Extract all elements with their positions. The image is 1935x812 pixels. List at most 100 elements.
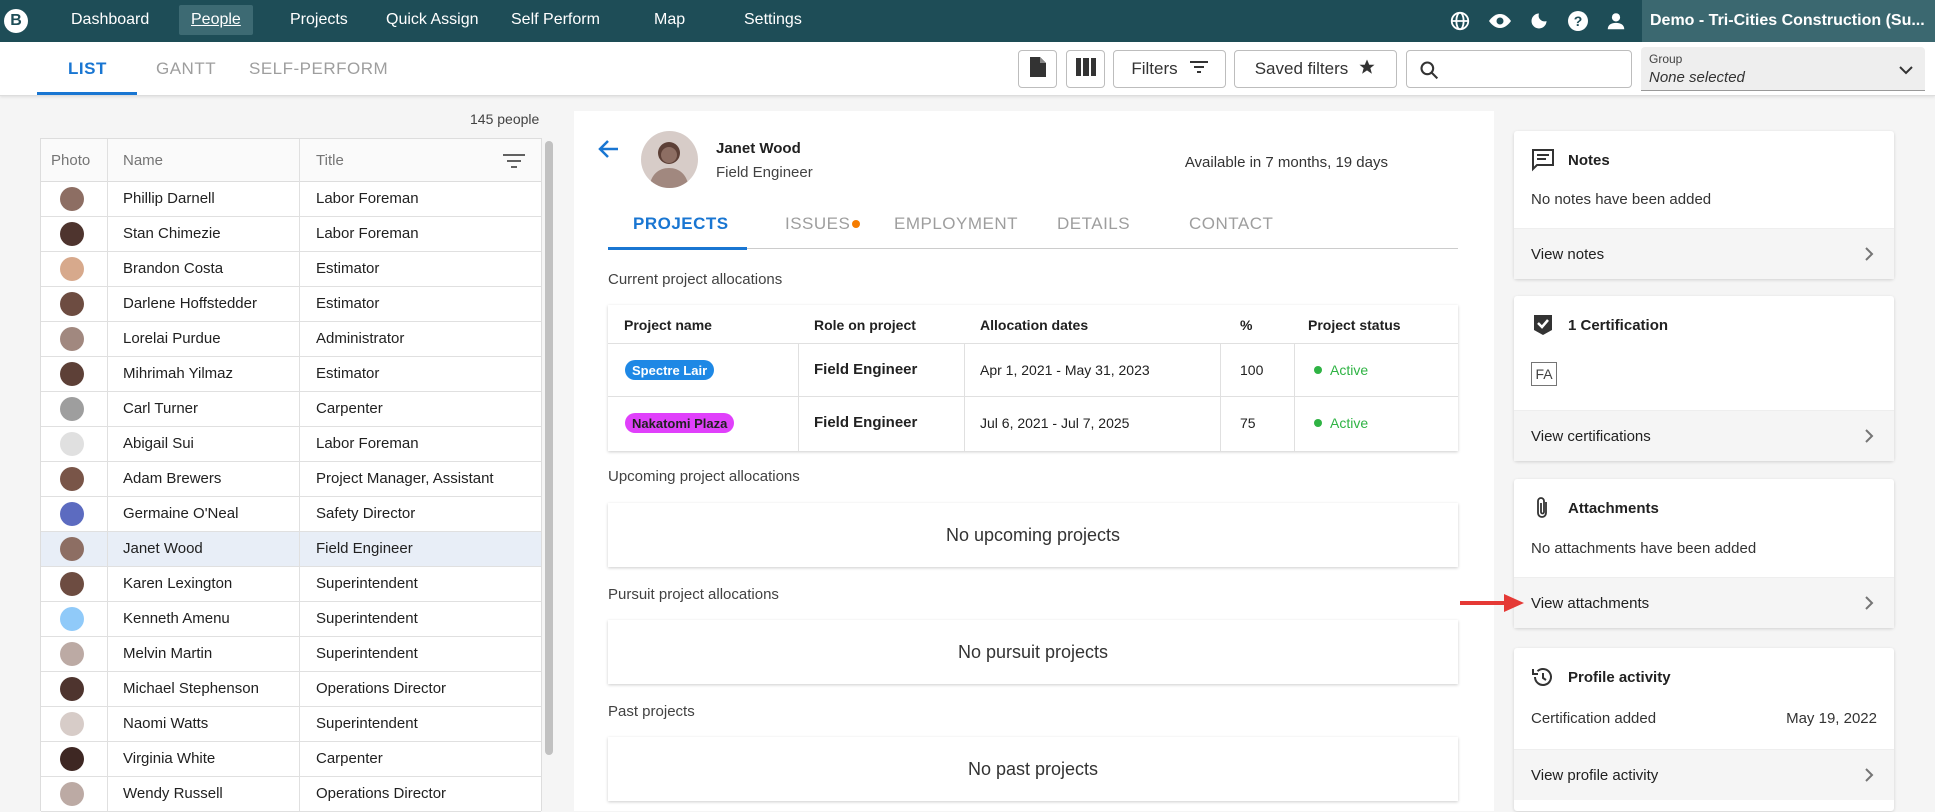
table-row[interactable]: Janet Wood Field Engineer [41, 532, 541, 567]
tab-details[interactable]: DETAILS [1057, 214, 1130, 234]
globe-icon[interactable] [1448, 9, 1472, 33]
saved-filters-button[interactable]: Saved filters [1234, 50, 1397, 88]
project-chip-spectre-lair[interactable]: Spectre Lair [625, 360, 715, 380]
view-certifications-link[interactable]: View certifications [1514, 410, 1894, 461]
person-name: Carl Turner [123, 400, 199, 417]
table-row[interactable]: Naomi Watts Superintendent [41, 707, 541, 742]
tab-employment[interactable]: EMPLOYMENT [894, 214, 1018, 234]
certifications-title: 1 Certification [1568, 317, 1669, 334]
search-input[interactable] [1406, 50, 1632, 88]
view-profile-activity-link[interactable]: View profile activity [1514, 749, 1894, 800]
table-row[interactable]: Virginia White Carpenter [41, 742, 541, 777]
person-title: Carpenter [316, 400, 383, 417]
row-divider [608, 396, 1458, 397]
person-name: Adam Brewers [123, 470, 222, 487]
nav-self-perform[interactable]: Self Perform [511, 11, 600, 29]
group-label: Group [1649, 52, 1683, 66]
view-notes-link[interactable]: View notes [1514, 228, 1894, 279]
back-arrow-icon[interactable] [598, 139, 620, 164]
tab-list[interactable]: LIST [68, 59, 107, 79]
status-text: Active [1330, 362, 1369, 378]
certification-badge[interactable]: FA [1531, 362, 1557, 386]
column-divider [299, 139, 300, 812]
nav-settings[interactable]: Settings [744, 11, 802, 29]
table-row[interactable]: Abigail Sui Labor Foreman [41, 427, 541, 462]
table-row[interactable]: Mihrimah Yilmaz Estimator [41, 357, 541, 392]
table-row[interactable]: Darlene Hoffstedder Estimator [41, 287, 541, 322]
nav-dashboard[interactable]: Dashboard [71, 11, 149, 29]
tab-projects[interactable]: PROJECTS [633, 214, 729, 234]
person-name: Abigail Sui [123, 435, 194, 452]
org-selector[interactable]: Demo - Tri-Cities Construction (Su... [1642, 0, 1935, 42]
allocations-table: Project name Role on project Allocation … [608, 305, 1458, 451]
group-select[interactable]: Group None selected [1641, 47, 1925, 91]
person-title: Labor Foreman [316, 225, 419, 242]
help-icon[interactable]: ? [1566, 9, 1590, 33]
view-toolbar: LIST GANTT SELF-PERFORM Filters Saved fi… [0, 42, 1935, 96]
avatar [60, 327, 84, 351]
person-name: Darlene Hoffstedder [123, 295, 257, 312]
avatar [60, 257, 84, 281]
nav-people[interactable]: People [179, 5, 253, 35]
app-logo[interactable]: B [4, 9, 28, 33]
table-row[interactable]: Lorelai Purdue Administrator [41, 322, 541, 357]
shield-check-icon [1531, 313, 1555, 337]
table-row[interactable]: Melvin Martin Superintendent [41, 637, 541, 672]
nav-quick-assign[interactable]: Quick Assign [386, 11, 478, 29]
table-row[interactable]: Kenneth Amenu Superintendent [41, 602, 541, 637]
tab-issues[interactable]: ISSUES [785, 214, 850, 234]
table-row[interactable]: Wendy Russell Operations Director [41, 777, 541, 812]
columns-icon [1075, 57, 1096, 81]
certifications-card: 1 Certification FA View certifications [1514, 296, 1894, 461]
table-row[interactable]: Carl Turner Carpenter [41, 392, 541, 427]
tab-contact[interactable]: CONTACT [1189, 214, 1273, 234]
person-title: Estimator [316, 365, 380, 382]
filter-icon[interactable] [503, 153, 525, 173]
table-row[interactable]: Brandon Costa Estimator [41, 252, 541, 287]
avatar [60, 537, 84, 561]
columns-button[interactable] [1066, 50, 1105, 88]
person-name: Michael Stephenson [123, 680, 259, 697]
column-title[interactable]: Title [316, 152, 344, 169]
person-title: Carpenter [316, 750, 383, 767]
avatar [60, 222, 84, 246]
view-attachments-link[interactable]: View attachments [1514, 577, 1894, 628]
saved-filters-label: Saved filters [1254, 59, 1349, 78]
avatar [60, 362, 84, 386]
person-title: Project Manager, Assistant [316, 470, 494, 487]
person-title: Operations Director [316, 680, 447, 697]
tab-self-perform[interactable]: SELF-PERFORM [249, 59, 388, 79]
user-icon[interactable] [1604, 9, 1628, 33]
table-row[interactable]: Germaine O'Neal Safety Director [41, 497, 541, 532]
group-value: None selected [1649, 69, 1745, 86]
people-count: 145 people [470, 111, 540, 127]
table-row[interactable]: Karen Lexington Superintendent [41, 567, 541, 602]
allocation-role: Field Engineer [814, 361, 918, 378]
table-row[interactable]: Michael Stephenson Operations Director [41, 672, 541, 707]
notes-title: Notes [1568, 152, 1610, 169]
eye-icon[interactable] [1488, 9, 1512, 33]
activity-item: Certification added [1531, 710, 1657, 727]
nav-map[interactable]: Map [654, 11, 685, 29]
table-row[interactable]: Adam Brewers Project Manager, Assistant [41, 462, 541, 497]
activity-title: Profile activity [1568, 669, 1671, 686]
paperclip-icon [1531, 496, 1555, 520]
list-scrollbar[interactable] [545, 141, 553, 755]
status-text: Active [1330, 415, 1369, 431]
dark-mode-icon[interactable] [1527, 9, 1551, 33]
export-button[interactable] [1018, 50, 1057, 88]
column-name[interactable]: Name [123, 152, 163, 169]
table-row[interactable]: Phillip Darnell Labor Foreman [41, 182, 541, 217]
header-status: Project status [1308, 317, 1401, 333]
project-chip-nakatomi-plaza[interactable]: Nakatomi Plaza [625, 413, 735, 433]
filters-button[interactable]: Filters [1113, 50, 1226, 88]
nav-projects[interactable]: Projects [290, 11, 348, 29]
row-divider [608, 343, 1458, 344]
allocation-percent: 75 [1240, 415, 1256, 431]
tab-gantt[interactable]: GANTT [156, 59, 216, 79]
avatar [60, 187, 84, 211]
table-row[interactable]: Stan Chimezie Labor Foreman [41, 217, 541, 252]
pursuit-empty-box: No pursuit projects [608, 620, 1458, 684]
document-icon [1029, 56, 1046, 82]
activity-date: May 19, 2022 [1786, 710, 1877, 727]
